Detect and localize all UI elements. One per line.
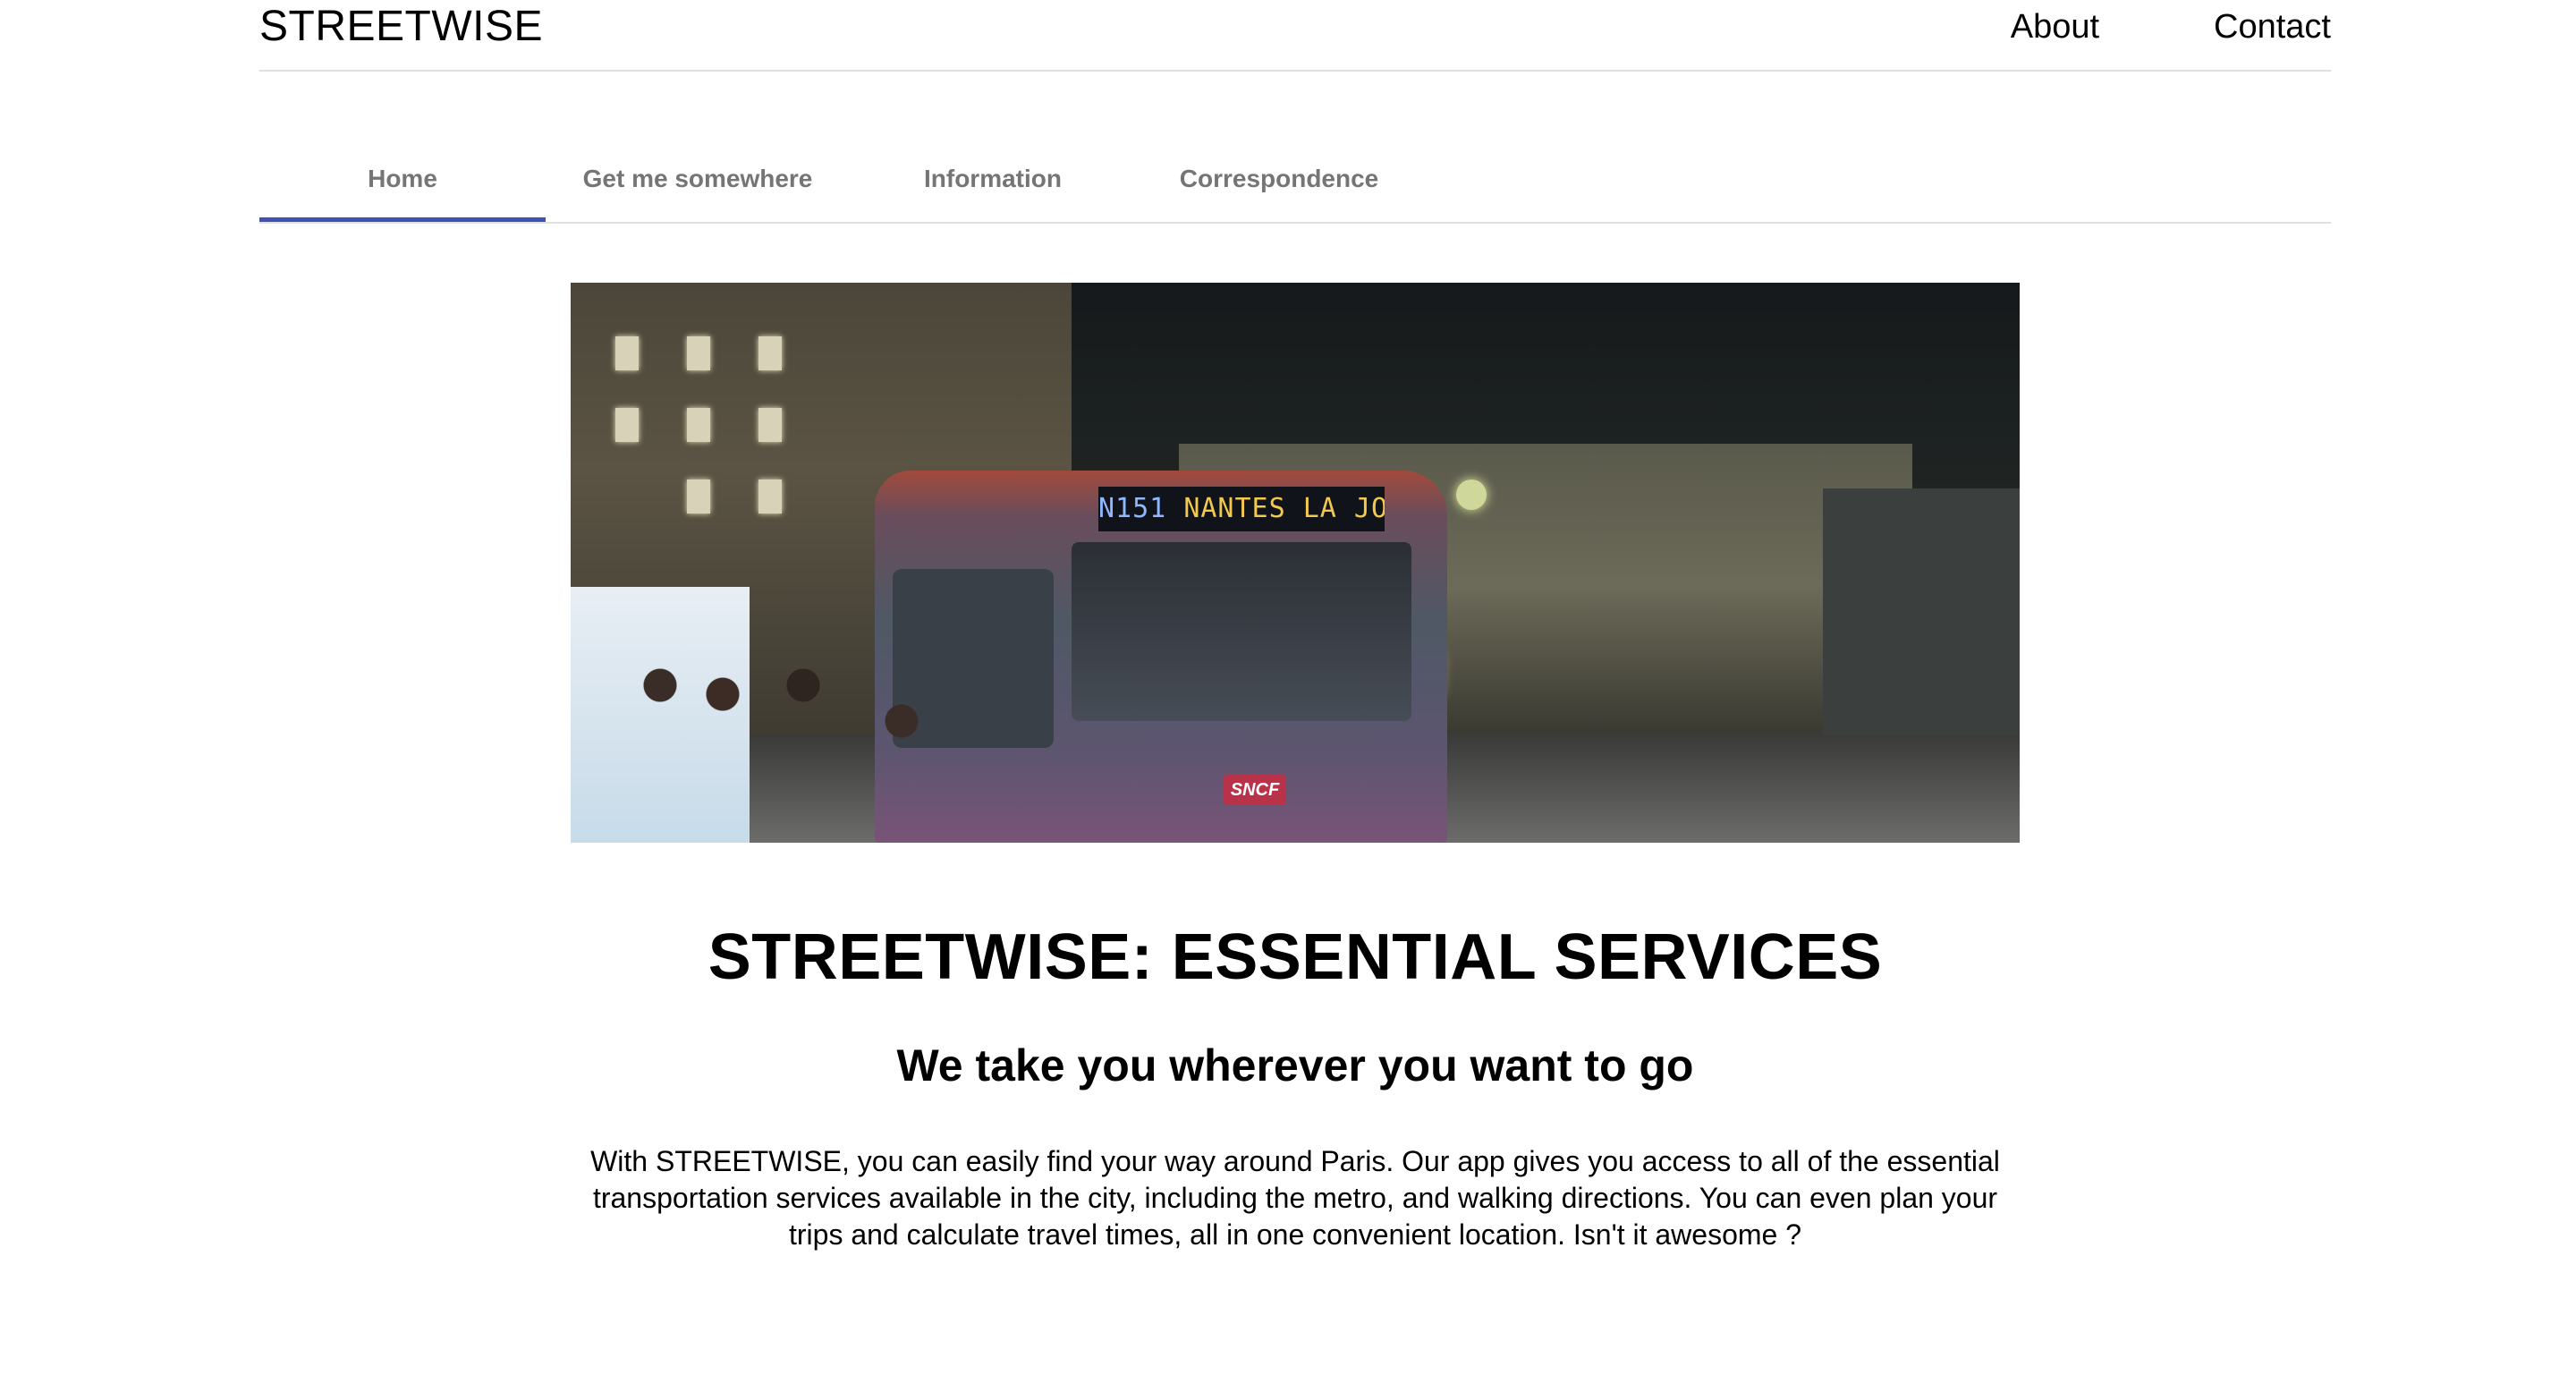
building-window [687,336,710,370]
building-window [615,408,639,442]
tab-home[interactable]: Home [259,143,546,222]
building-window [758,408,782,442]
brand-logo[interactable]: STREETWISE [259,0,543,54]
station-clock-icon [1456,480,1487,510]
page: STREETWISE About Contact Home Get me som… [0,0,2576,1392]
bus-destination-text: NANTES LA JOLIE [1183,493,1385,524]
building-window [687,408,710,442]
bus-windshield [1072,542,1411,721]
building-window [758,480,782,514]
tab-bar: Home Get me somewhere Information Corres… [259,143,2331,224]
building-window [687,480,710,514]
hero-image: N151 NANTES LA JOLIE SNCF [571,283,2020,843]
intro-paragraph: With STREETWISE, you can easily find you… [590,1145,2000,1251]
top-header: STREETWISE About Contact [259,0,2331,72]
nav-link-about[interactable]: About [2011,0,2099,54]
hero-building-right [1823,488,2020,748]
top-nav: About Contact [1896,0,2331,54]
bus-route-number: N151 [1098,493,1167,524]
tab-information[interactable]: Information [850,143,1136,220]
building-window [758,336,782,370]
page-subtitle: We take you wherever you want to go [896,1040,1694,1091]
tab-correspondence[interactable]: Correspondence [1136,143,1422,220]
hero-passengers [633,667,1009,843]
building-window [615,336,639,370]
nav-link-contact[interactable]: Contact [2214,0,2331,54]
bus-logo: SNCF [1224,775,1286,805]
bus-destination-sign: N151 NANTES LA JOLIE [1098,487,1385,531]
page-title: STREETWISE: ESSENTIAL SERVICES [708,921,1883,993]
tab-get-me-somewhere[interactable]: Get me somewhere [546,143,850,220]
